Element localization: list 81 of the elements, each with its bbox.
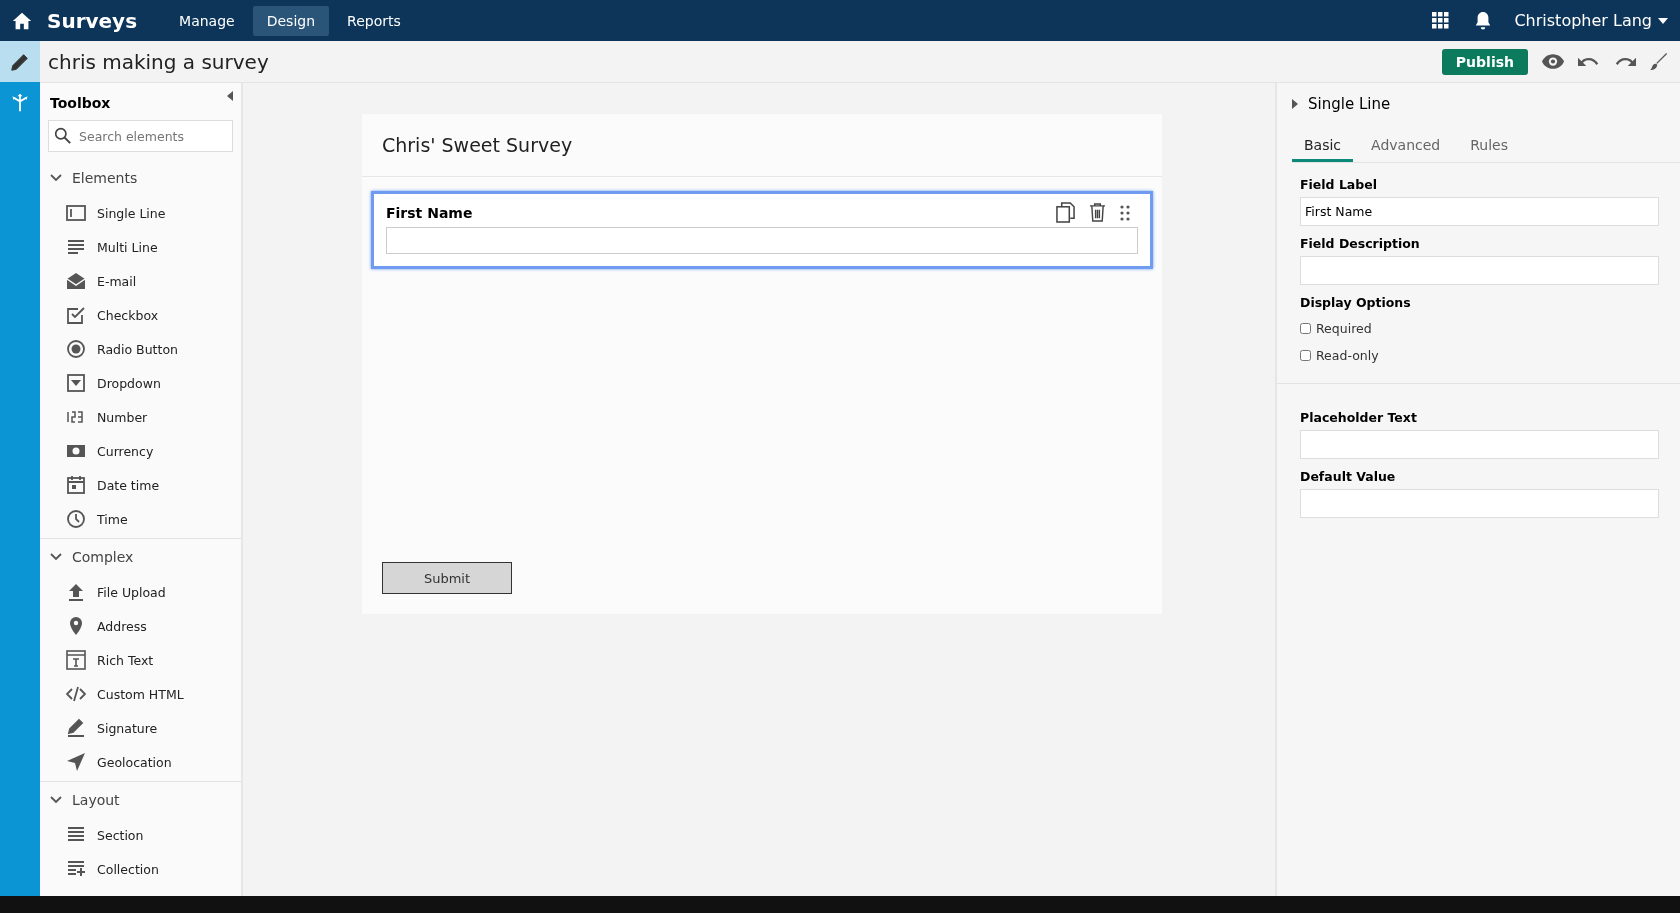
chevron-icon: [50, 174, 62, 182]
toolbox-item[interactable]: Address: [40, 609, 241, 643]
apps-grid-icon[interactable]: [1432, 11, 1451, 30]
toolbox-item[interactable]: Section: [40, 818, 241, 852]
toolbox-item[interactable]: Single Line: [40, 196, 241, 230]
field-label: Field Label: [1300, 177, 1378, 192]
calendar-icon: [66, 475, 86, 495]
user-menu[interactable]: Christopher Lang: [1514, 11, 1668, 30]
pencil-icon[interactable]: [0, 41, 40, 82]
envelope-icon: [66, 271, 86, 291]
nav-tab[interactable]: Manage: [165, 5, 249, 36]
collection-icon: [66, 859, 86, 879]
collapse-caret-icon[interactable]: [227, 91, 233, 101]
submit-button[interactable]: Submit: [382, 562, 512, 594]
chevron-icon: [50, 553, 62, 561]
text-input[interactable]: [386, 227, 1138, 254]
field-label: Placeholder Text: [1300, 410, 1418, 425]
trash-icon[interactable]: [1089, 203, 1106, 222]
rich-text-icon: [66, 650, 86, 670]
location-arrow-icon: [66, 752, 86, 772]
bell-icon[interactable]: [1474, 10, 1493, 31]
publish-button[interactable]: Publish: [1441, 48, 1528, 75]
lines-icon: [66, 237, 86, 257]
toolbox-item[interactable]: Currency: [40, 434, 241, 468]
checkbox-icon: [66, 305, 86, 325]
clock-icon: [66, 509, 86, 529]
toolbox-item[interactable]: Rich Text: [40, 643, 241, 677]
checkbox[interactable]: [1300, 350, 1311, 361]
toolbox-item[interactable]: E-mail: [40, 264, 241, 298]
toolbox-item[interactable]: Collection: [40, 852, 241, 886]
eye-icon[interactable]: [1542, 54, 1564, 69]
field-label: First Name: [386, 204, 473, 221]
panel-tab[interactable]: Basic: [1292, 131, 1354, 162]
undo-icon[interactable]: [1578, 55, 1600, 68]
field-label-input[interactable]: First Name: [1300, 197, 1659, 226]
drag-handle-icon[interactable]: [1120, 204, 1130, 221]
toolbox-item[interactable]: Dropdown: [40, 366, 241, 400]
code-icon: [66, 684, 86, 704]
field-description-input[interactable]: [1300, 256, 1659, 285]
panel-title: Single Line: [1308, 95, 1391, 113]
form-title: Chris' Sweet Survey: [362, 114, 1162, 177]
pen-icon: [66, 718, 86, 738]
caret-icon: [1658, 17, 1668, 24]
toolbox-item[interactable]: Signature: [40, 711, 241, 745]
caret-icon[interactable]: [1292, 99, 1298, 109]
brush-icon[interactable]: [1650, 52, 1668, 71]
checkbox-label: Read-only: [1316, 348, 1379, 363]
toolbox-item[interactable]: Geolocation: [40, 745, 241, 779]
toolbox-item[interactable]: Date time: [40, 468, 241, 502]
field-label: Default Value: [1300, 469, 1397, 484]
checkbox[interactable]: [1300, 323, 1311, 334]
field-label: Field Description: [1300, 236, 1421, 251]
dropdown-icon: [66, 373, 86, 393]
toolbox-item[interactable]: Time: [40, 502, 241, 536]
panel-tab[interactable]: Rules: [1458, 131, 1520, 162]
section-header[interactable]: Elements: [40, 160, 138, 196]
chevron-icon: [50, 796, 62, 804]
section-header[interactable]: Complex: [40, 539, 134, 575]
default-value-input[interactable]: [1300, 489, 1659, 518]
radio-icon: [66, 339, 86, 359]
search-field[interactable]: Search elements: [48, 120, 233, 152]
section-header[interactable]: Layout: [40, 782, 120, 818]
toolbox-item[interactable]: Custom HTML: [40, 677, 241, 711]
field-label: Display Options: [1300, 295, 1412, 310]
toolbox-title: Toolbox: [50, 95, 111, 113]
toolbox-item[interactable]: Checkbox: [40, 298, 241, 332]
checkbox-label: Required: [1316, 321, 1372, 336]
nav-tab[interactable]: Reports: [333, 5, 415, 36]
survey-title: chris making a survey: [48, 49, 269, 74]
panel-tab[interactable]: Advanced: [1359, 131, 1453, 162]
upload-icon: [66, 582, 86, 602]
redo-icon[interactable]: [1614, 55, 1636, 68]
toolbox-item[interactable]: Number: [40, 400, 241, 434]
form-field[interactable]: First Name: [371, 191, 1153, 269]
app-title: Surveys: [47, 8, 138, 33]
toolbox-item[interactable]: Radio Button: [40, 332, 241, 366]
copy-icon[interactable]: [1056, 202, 1075, 223]
toolbox-item[interactable]: File Upload: [40, 575, 241, 609]
nav-tab[interactable]: Design: [252, 5, 330, 36]
placeholder-text-input[interactable]: [1300, 430, 1659, 459]
toolbox-item[interactable]: Multi Line: [40, 230, 241, 264]
